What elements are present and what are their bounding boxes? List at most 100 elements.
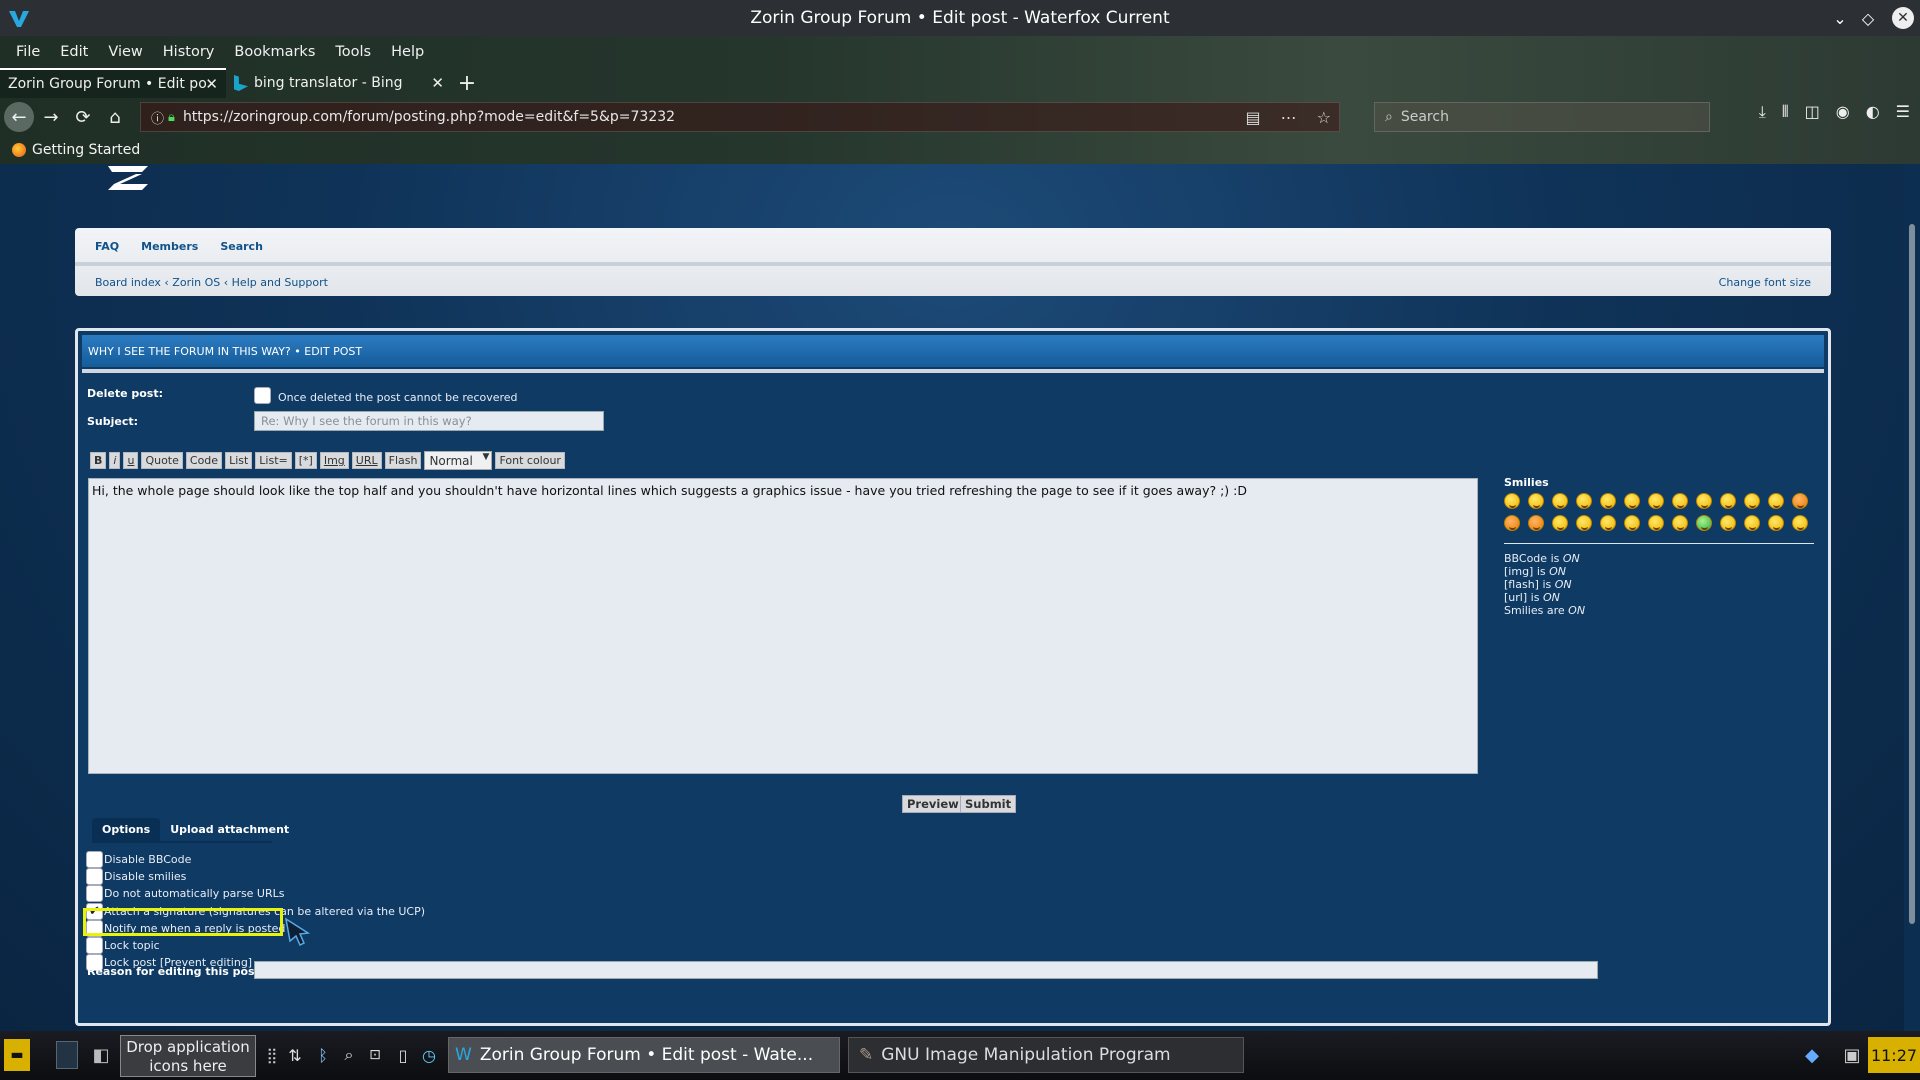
smiley-icon[interactable] (1744, 493, 1760, 509)
minimize-icon[interactable]: ⌄ (1826, 4, 1854, 32)
change-font-size-link[interactable]: Change font size (1719, 276, 1811, 289)
submit-button[interactable]: Submit (960, 795, 1017, 813)
waterfox-app-icon[interactable] (6, 5, 32, 31)
url-button[interactable]: URL (351, 452, 382, 469)
smiley-icon[interactable] (1528, 515, 1544, 531)
smiley-icon[interactable] (1696, 515, 1712, 531)
smiley-icon[interactable] (1768, 493, 1784, 509)
files-icon[interactable]: ◧ (90, 1041, 112, 1069)
zorin-logo[interactable] (102, 164, 154, 194)
maximize-icon[interactable]: ◇ (1854, 4, 1882, 32)
scrollbar-thumb[interactable] (1909, 224, 1915, 924)
app-menu-icon[interactable]: ▬ (4, 1039, 30, 1071)
list-button[interactable]: List (225, 452, 253, 469)
smiley-icon[interactable] (1744, 515, 1760, 531)
tab-bing-translator[interactable]: bing translator - Bing ✕ (226, 68, 452, 98)
document-icon[interactable]: ▯ (392, 1041, 414, 1069)
hamburger-menu-icon[interactable]: ☰ (1896, 102, 1910, 122)
smiley-icon[interactable] (1672, 493, 1688, 509)
smiley-icon[interactable] (1600, 515, 1616, 531)
bold-button[interactable]: B (90, 452, 107, 469)
bookmark-getting-started[interactable]: Getting Started (32, 142, 140, 158)
smiley-icon[interactable] (1720, 515, 1736, 531)
taskbar-task-browser[interactable]: W Zorin Group Forum • Edit post - Wate..… (448, 1037, 840, 1073)
option-checkbox[interactable] (86, 851, 103, 868)
page-actions-icon[interactable]: ⋯ (1281, 108, 1297, 127)
menu-history[interactable]: History (163, 44, 215, 60)
forward-arrow-icon[interactable]: → (36, 102, 66, 132)
smiley-icon[interactable] (1792, 493, 1808, 509)
drop-launcher-area[interactable]: Drop application icons here (120, 1035, 256, 1077)
nav-search-link[interactable]: Search (220, 240, 263, 253)
smiley-icon[interactable] (1768, 515, 1784, 531)
menu-view[interactable]: View (108, 44, 142, 60)
account-icon[interactable]: ◉ (1836, 102, 1850, 122)
bookmark-star-icon[interactable]: ☆ (1317, 108, 1331, 127)
close-tab-icon[interactable]: ✕ (205, 75, 218, 93)
extension-icon[interactable]: ◐ (1866, 102, 1880, 122)
reload-icon[interactable]: ⟳ (68, 102, 98, 132)
img-button[interactable]: Img (319, 452, 349, 469)
menu-edit[interactable]: Edit (60, 44, 88, 60)
back-arrow-icon[interactable]: ← (4, 102, 34, 132)
home-icon[interactable]: ⌂ (100, 102, 130, 132)
smiley-icon[interactable] (1576, 493, 1592, 509)
terminal-icon[interactable] (56, 1041, 78, 1069)
workspace-icon[interactable]: ⦙⦙ (262, 1039, 282, 1073)
page-scrollbar[interactable] (1904, 164, 1920, 1031)
menu-bookmarks[interactable]: Bookmarks (234, 44, 315, 60)
message-textarea[interactable]: Hi, the whole page should look like the … (88, 478, 1478, 774)
network-icon[interactable]: ⇅ (284, 1041, 306, 1069)
tab-zorin-forum[interactable]: Zorin Group Forum • Edit po ✕ (0, 68, 226, 98)
smiley-icon[interactable] (1528, 493, 1544, 509)
menu-tools[interactable]: Tools (335, 44, 371, 60)
smiley-icon[interactable] (1624, 493, 1640, 509)
search-tray-icon[interactable]: ⌕ (338, 1041, 360, 1069)
info-icon[interactable]: ⓘ (151, 108, 164, 127)
subject-input[interactable]: Re: Why I see the forum in this way? (254, 411, 604, 431)
option-label[interactable]: Disable BBCode (104, 853, 191, 866)
option-label[interactable]: Lock topic (104, 939, 160, 952)
network-manager-icon[interactable]: ▣ (1840, 1041, 1864, 1069)
download-icon[interactable]: ⤓ (1759, 102, 1766, 122)
reason-input[interactable] (254, 961, 1598, 979)
option-checkbox[interactable] (86, 868, 103, 886)
menu-file[interactable]: File (16, 44, 40, 60)
tab-options[interactable]: Options (92, 818, 161, 841)
list-item-button[interactable]: [*] (294, 452, 317, 469)
option-checkbox[interactable] (86, 937, 103, 954)
smiley-icon[interactable] (1504, 493, 1520, 509)
taskbar-clock[interactable]: 11:27 (1868, 1037, 1920, 1073)
smiley-icon[interactable] (1648, 493, 1664, 509)
bluetooth-icon[interactable]: ᛒ (312, 1041, 334, 1069)
search-bar[interactable]: ⌕ Search (1374, 102, 1710, 132)
smiley-icon[interactable] (1648, 515, 1664, 531)
new-tab-icon[interactable]: + (452, 68, 482, 98)
quote-button[interactable]: Quote (141, 452, 183, 469)
breadcrumb[interactable]: Board index ‹ Zorin OS ‹ Help and Suppor… (95, 276, 328, 289)
taskbar-task-gimp[interactable]: ✎ GNU Image Manipulation Program (848, 1037, 1244, 1073)
nav-faq-link[interactable]: FAQ (95, 240, 119, 253)
option-label[interactable]: Do not automatically parse URLs (104, 887, 285, 900)
smiley-icon[interactable] (1576, 515, 1592, 531)
italic-button[interactable]: i (109, 452, 121, 469)
smiley-icon[interactable] (1792, 515, 1808, 531)
dropbox-icon[interactable]: ◆ (1800, 1041, 1824, 1069)
delete-post-checkbox[interactable] (254, 387, 271, 404)
lock-screen-icon[interactable]: ⊡ (364, 1041, 386, 1069)
preview-button[interactable]: Preview (902, 795, 964, 813)
option-checkbox[interactable] (86, 885, 103, 903)
url-bar[interactable]: ⓘ 🔒︎ https://zoringroup.com/forum/postin… (140, 102, 1340, 132)
smiley-icon[interactable] (1600, 493, 1616, 509)
smiley-icon[interactable] (1672, 515, 1688, 531)
close-tab-icon[interactable]: ✕ (431, 74, 444, 92)
code-button[interactable]: Code (185, 452, 223, 469)
flash-button[interactable]: Flash (384, 452, 422, 469)
font-size-select[interactable]: Normal ▼ (424, 451, 493, 470)
sidebar-icon[interactable]: ◫ (1805, 102, 1820, 122)
font-colour-button[interactable]: Font colour (495, 452, 565, 469)
tab-upload-attachment[interactable]: Upload attachment (160, 818, 299, 841)
smiley-icon[interactable] (1552, 515, 1568, 531)
close-window-icon[interactable]: ✕ (1892, 7, 1914, 29)
library-icon[interactable]: ⫴ (1782, 102, 1789, 122)
